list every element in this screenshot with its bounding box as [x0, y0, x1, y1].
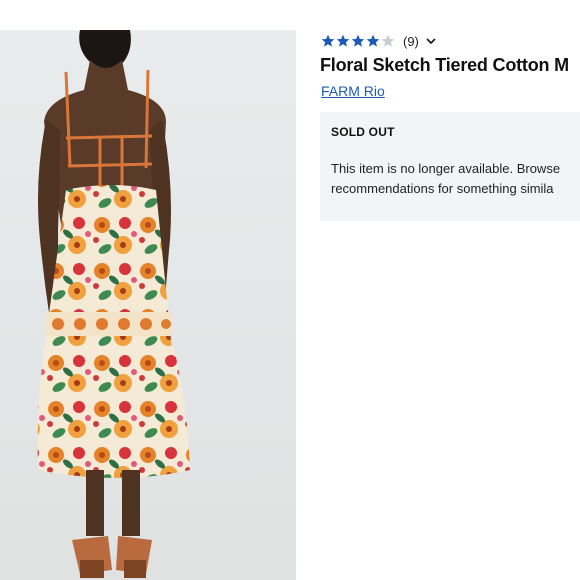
dress-model-illustration — [37, 30, 190, 578]
star-filled-icon — [366, 34, 380, 47]
star-filled-icon — [321, 34, 335, 47]
brand-link[interactable]: FARM Rio — [321, 83, 385, 99]
sold-out-message: This item is no longer available. Browse… — [331, 161, 561, 196]
sold-out-label: SOLD OUT — [331, 125, 395, 139]
product-title: Floral Sketch Tiered Cotton M — [320, 55, 569, 75]
star-rating — [321, 34, 395, 48]
sold-out-panel: SOLD OUT This item is no longer availabl… — [320, 112, 580, 221]
star-empty-icon — [381, 34, 395, 47]
star-filled-icon — [351, 34, 365, 47]
star-filled-icon — [336, 34, 350, 47]
chevron-down-icon[interactable] — [425, 35, 437, 47]
review-count[interactable]: (9) — [403, 34, 419, 49]
rating-row[interactable]: (9) — [321, 33, 437, 49]
product-image[interactable] — [0, 30, 296, 580]
